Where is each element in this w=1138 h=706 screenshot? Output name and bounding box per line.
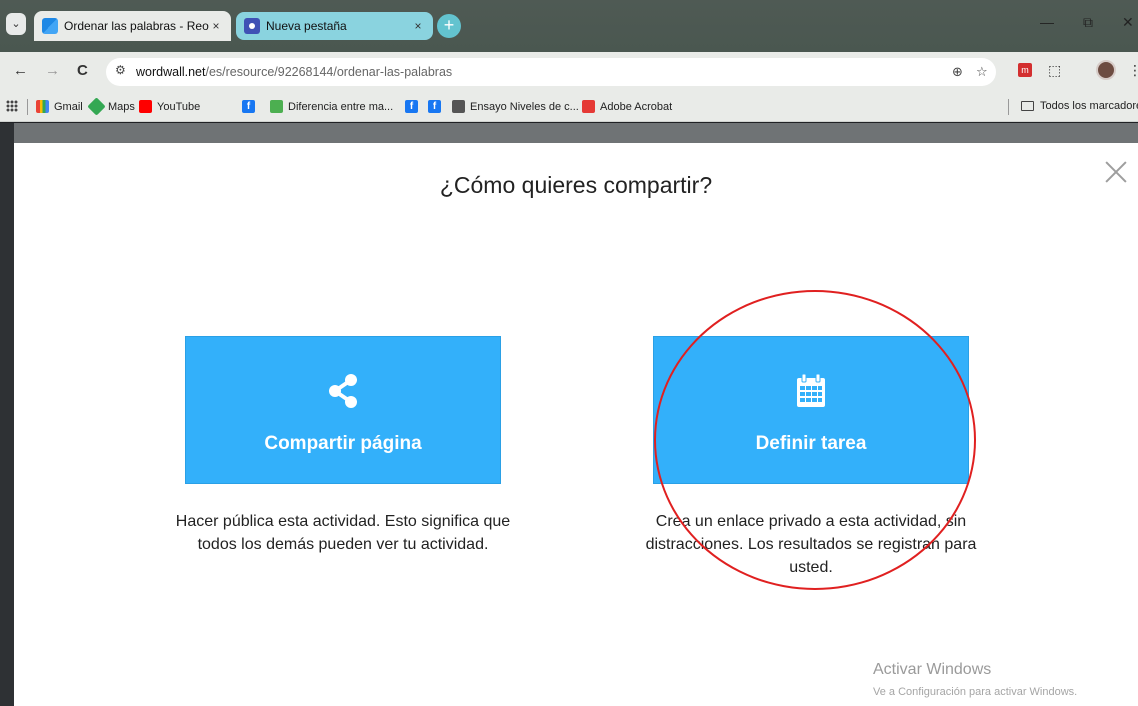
- maps-icon: [87, 97, 106, 116]
- calendar-icon: [654, 373, 968, 409]
- restore-icon[interactable]: ⧉: [1083, 14, 1093, 31]
- tab-search-button[interactable]: ⌄: [6, 13, 26, 35]
- folder-icon: [1021, 101, 1034, 111]
- extension-m-icon[interactable]: m: [1018, 63, 1032, 77]
- reload-icon[interactable]: C: [77, 62, 88, 79]
- bookmark-star-icon[interactable]: ☆: [976, 64, 988, 80]
- acrobat-icon: [582, 100, 595, 113]
- bookmarks-bar: Gmail Maps YouTube f Diferencia entre ma…: [0, 92, 1138, 122]
- wordwall-favicon-icon: [42, 18, 58, 34]
- share-page-label: Compartir página: [264, 433, 422, 454]
- menu-icon[interactable]: ⋮: [1128, 62, 1138, 79]
- bookmark-gmail[interactable]: Gmail: [36, 100, 83, 113]
- share-modal: ¿Cómo quieres compartir? Compartir págin…: [14, 143, 1138, 706]
- globe-icon: [452, 100, 465, 113]
- url-text: wordwall.net/es/resource/92268144/ordena…: [136, 65, 453, 79]
- bookmark-acrobat[interactable]: Adobe Acrobat: [582, 100, 672, 113]
- site-info-icon[interactable]: ⚙: [115, 63, 126, 77]
- close-icon[interactable]: [1104, 160, 1128, 184]
- forward-icon[interactable]: →: [45, 62, 60, 79]
- all-bookmarks-button[interactable]: Todos los marcadores: [1021, 100, 1138, 112]
- set-assignment-button[interactable]: Definir tarea: [653, 336, 969, 484]
- apps-grid-icon[interactable]: [6, 100, 18, 112]
- globe-icon: [270, 100, 283, 113]
- close-window-icon[interactable]: ✕: [1122, 14, 1134, 31]
- set-assignment-description: Crea un enlace privado a esta actividad,…: [645, 513, 977, 576]
- bookmark-ensayo[interactable]: Ensayo Niveles de c...: [452, 100, 579, 113]
- windows-activation-title: Activar Windows: [873, 661, 992, 678]
- new-tab-button[interactable]: +: [437, 14, 461, 38]
- tab-title: Nueva pestaña: [266, 19, 347, 33]
- facebook-icon: f: [428, 100, 441, 113]
- bookmark-facebook[interactable]: f: [405, 100, 423, 113]
- bookmark-diferencia[interactable]: Diferencia entre ma...: [270, 100, 393, 113]
- gmail-icon: [36, 100, 49, 113]
- tab-close-icon[interactable]: ×: [411, 19, 425, 33]
- bookmark-maps[interactable]: Maps: [87, 97, 135, 116]
- bookmark-facebook[interactable]: f: [428, 100, 446, 113]
- share-page-button[interactable]: Compartir página: [185, 336, 501, 484]
- windows-activation-subtitle: Ve a Configuración para activar Windows.: [873, 686, 1078, 698]
- set-assignment-label: Definir tarea: [755, 433, 867, 454]
- browser-toolbar: ← → C ⚙ wordwall.net/es/resource/9226814…: [0, 52, 1138, 92]
- back-icon[interactable]: ←: [13, 62, 28, 79]
- facebook-icon: f: [242, 100, 255, 113]
- avatar[interactable]: [1096, 60, 1116, 80]
- divider: [27, 99, 28, 115]
- youtube-icon: [139, 100, 152, 113]
- tab-title: Ordenar las palabras - Reorden: [64, 19, 209, 33]
- zoom-icon[interactable]: ⊕: [952, 64, 963, 80]
- divider: [1008, 99, 1009, 115]
- minimize-icon[interactable]: —: [1040, 14, 1054, 30]
- share-page-description: Hacer pública esta actividad. Esto signi…: [175, 513, 511, 553]
- address-bar[interactable]: ⚙ wordwall.net/es/resource/92268144/orde…: [106, 58, 996, 86]
- facebook-icon: f: [405, 100, 418, 113]
- tab-new-tab[interactable]: Nueva pestaña ×: [236, 12, 433, 40]
- extensions-icon[interactable]: ⬚: [1048, 62, 1061, 79]
- chrome-favicon-icon: [244, 18, 260, 34]
- tab-strip: ⌄ Ordenar las palabras - Reorden × Nueva…: [0, 0, 1138, 52]
- tab-wordwall[interactable]: Ordenar las palabras - Reorden ×: [34, 11, 231, 41]
- modal-title: ¿Cómo quieres compartir?: [439, 172, 713, 198]
- tab-close-icon[interactable]: ×: [209, 19, 223, 33]
- bookmark-youtube[interactable]: YouTube: [139, 100, 200, 113]
- page-edge: [0, 123, 14, 706]
- bookmark-facebook[interactable]: f: [242, 100, 260, 113]
- share-icon: [186, 373, 500, 409]
